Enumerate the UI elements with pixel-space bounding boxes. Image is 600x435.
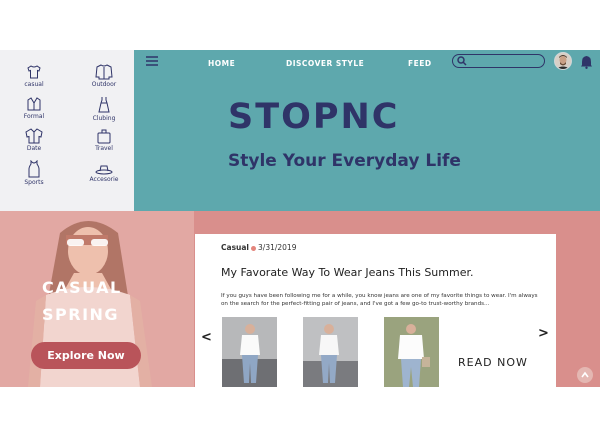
blazer-icon xyxy=(27,97,41,111)
dress-icon xyxy=(98,97,110,113)
user-avatar-image xyxy=(555,53,571,69)
post-meta: Casual 3/31/2019 xyxy=(221,243,296,252)
promo-title-line1: CASUAL xyxy=(42,278,122,297)
carousel-prev-button[interactable]: < xyxy=(201,330,212,345)
category-travel[interactable]: Travel xyxy=(84,128,124,153)
featured-section: CASUAL SPRING Explore Now Casual 3/31/201… xyxy=(0,211,600,387)
hero-banner: HOME DISCOVER STYLE FEED STOPNC Style Yo… xyxy=(134,50,600,211)
bell-icon[interactable] xyxy=(580,55,593,69)
explore-now-button[interactable]: Explore Now xyxy=(31,342,141,369)
read-now-link[interactable]: READ NOW xyxy=(458,356,528,369)
category-outdoor[interactable]: Outdoor xyxy=(84,64,124,89)
search-bar[interactable] xyxy=(452,54,545,68)
category-casual[interactable]: casual xyxy=(14,64,54,89)
category-label: Accesorie xyxy=(89,176,119,183)
post-thumbnail-1[interactable] xyxy=(222,317,277,387)
promo-title-line2: SPRING xyxy=(42,305,120,324)
suitcase-icon xyxy=(97,129,111,144)
category-clubing[interactable]: Clubing xyxy=(84,96,124,123)
avatar[interactable] xyxy=(554,52,572,70)
category-date[interactable]: Date xyxy=(14,128,54,153)
category-label: Sports xyxy=(24,179,44,186)
outfit-photo xyxy=(222,317,277,387)
outfit-photo xyxy=(303,317,358,387)
category-label: Formal xyxy=(23,113,45,120)
category-accesorie[interactable]: Accesorie xyxy=(84,163,124,184)
promo-title: CASUAL SPRING xyxy=(42,274,122,328)
tank-top-icon xyxy=(28,160,40,178)
category-label: Date xyxy=(26,145,42,152)
search-input[interactable] xyxy=(469,56,543,67)
post-thumbnail-3[interactable] xyxy=(384,317,439,387)
arrow-up-icon xyxy=(581,371,589,378)
category-sports[interactable]: Sports xyxy=(14,160,54,187)
category-formal[interactable]: Formal xyxy=(14,96,54,121)
post-category[interactable]: Casual xyxy=(221,243,249,252)
category-label: Outdoor xyxy=(91,81,117,88)
nav-home[interactable]: HOME xyxy=(208,59,235,68)
meta-dot xyxy=(251,245,257,251)
search-icon xyxy=(457,56,467,66)
post-excerpt: If you guys have been following me for a… xyxy=(221,293,538,307)
scroll-to-top-button[interactable] xyxy=(577,367,593,383)
carousel-next-button[interactable]: > xyxy=(538,326,549,341)
hero-tagline: Style Your Everyday Life xyxy=(228,151,461,171)
tshirt-icon xyxy=(27,65,41,79)
outfit-photo xyxy=(384,317,439,387)
post-thumbnail-2[interactable] xyxy=(303,317,358,387)
category-label: Clubing xyxy=(92,115,116,122)
nav-feed[interactable]: FEED xyxy=(408,59,432,68)
hamburger-menu-icon[interactable] xyxy=(146,56,158,66)
nav-discover-style[interactable]: DISCOVER STYLE xyxy=(286,59,364,68)
post-date: 3/31/2019 xyxy=(258,243,297,252)
category-label: Travel xyxy=(95,145,113,152)
promo-banner: CASUAL SPRING Explore Now xyxy=(0,211,194,387)
post-title[interactable]: My Favorate Way To Wear Jeans This Summe… xyxy=(221,266,473,279)
post-card: Casual 3/31/2019 My Favorate Way To Wear … xyxy=(195,234,556,387)
brand-logo: STOPNC xyxy=(228,97,400,137)
hat-icon xyxy=(95,165,113,175)
jacket-icon xyxy=(95,64,113,80)
app-frame: casual Outdoor Formal Clubing Date Trave… xyxy=(0,50,600,387)
category-sidebar: casual Outdoor Formal Clubing Date Trave… xyxy=(0,50,134,211)
shirt-icon xyxy=(25,128,43,144)
category-label: casual xyxy=(24,81,44,88)
